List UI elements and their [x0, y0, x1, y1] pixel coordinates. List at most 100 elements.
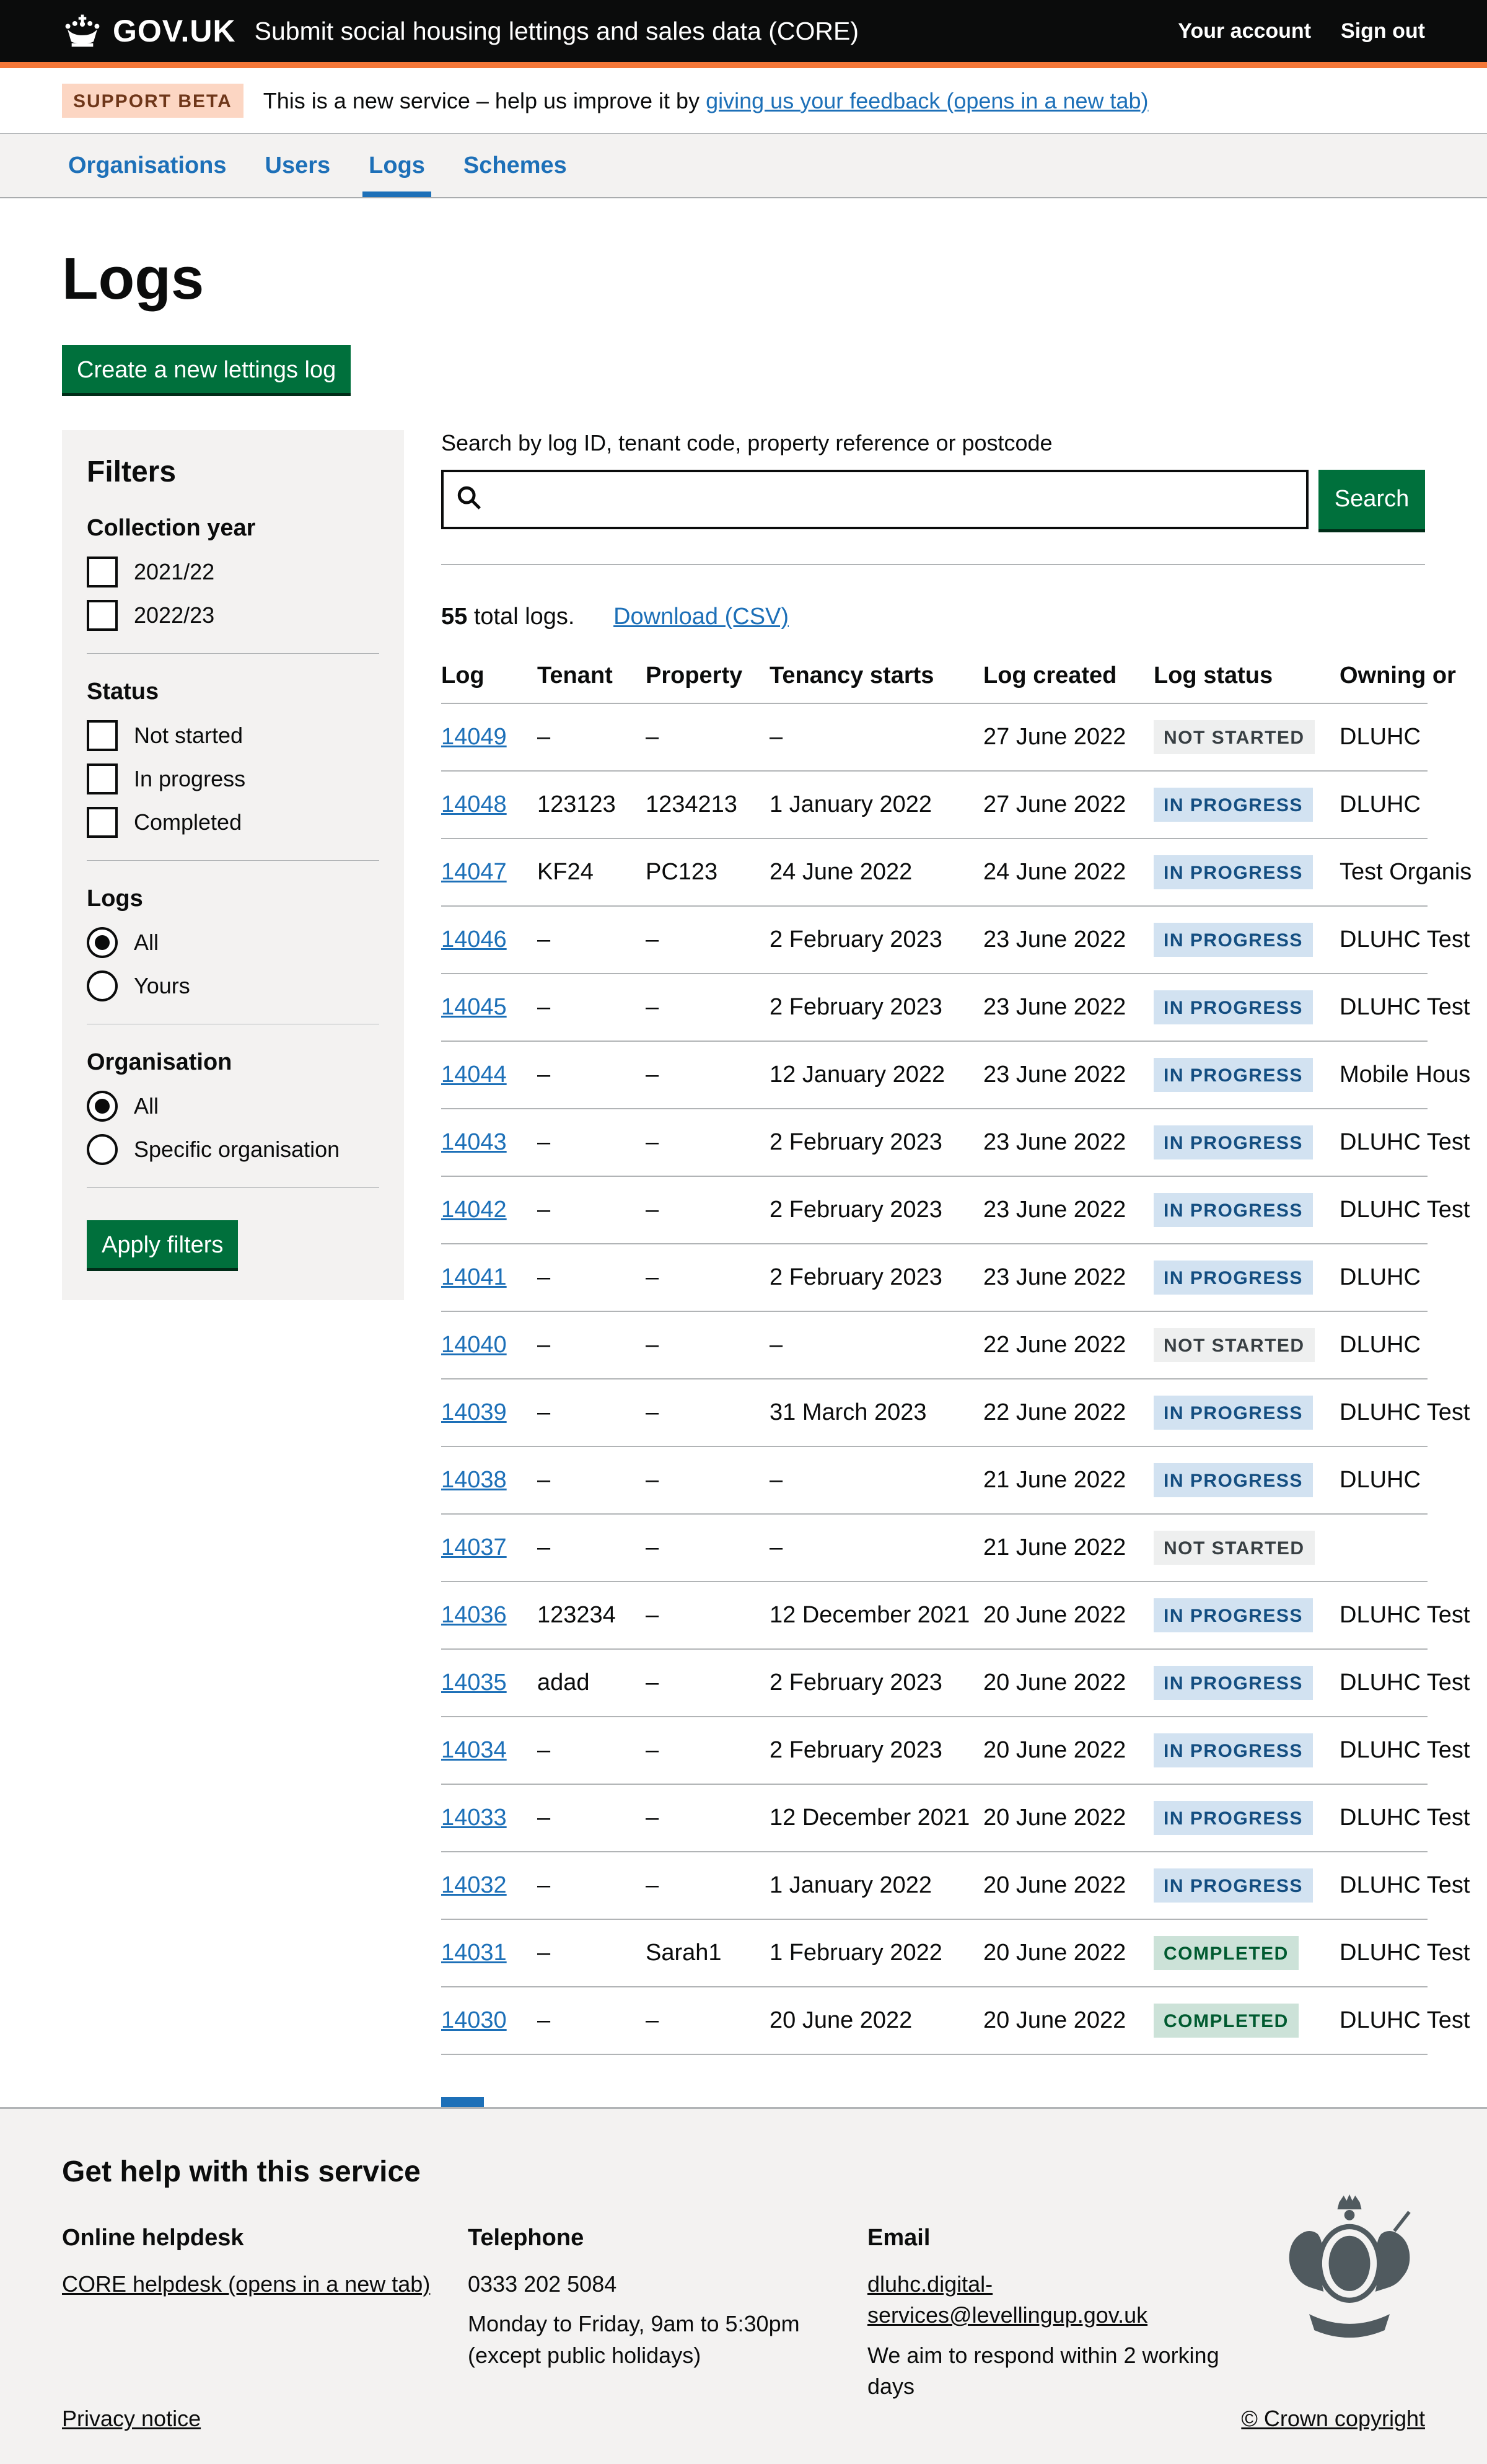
- nav-organisations[interactable]: Organisations: [62, 134, 233, 197]
- checkbox-not-started[interactable]: Not started: [87, 720, 379, 751]
- privacy-notice-link[interactable]: Privacy notice: [62, 2406, 201, 2432]
- sign-out-link[interactable]: Sign out: [1341, 19, 1425, 43]
- cell-log-status: IN PROGRESS: [1154, 906, 1340, 974]
- cell-log-status: COMPLETED: [1154, 1919, 1340, 1987]
- cell-tenancy-starts: –: [770, 1514, 983, 1582]
- checkbox-2021-22[interactable]: 2021/22: [87, 557, 379, 587]
- apply-filters-button[interactable]: Apply filters: [87, 1220, 238, 1268]
- log-id-link[interactable]: 14037: [441, 1534, 507, 1560]
- log-id-link[interactable]: 14043: [441, 1129, 507, 1155]
- cell-owning-org: [1340, 1514, 1428, 1582]
- cell-property: –: [646, 1379, 770, 1446]
- search-button[interactable]: Search: [1318, 470, 1425, 529]
- nav-users[interactable]: Users: [259, 134, 337, 197]
- log-id-link[interactable]: 14038: [441, 1467, 507, 1493]
- core-helpdesk-link[interactable]: CORE helpdesk (opens in a new tab): [62, 2271, 430, 2297]
- status-badge: IN PROGRESS: [1154, 1193, 1313, 1227]
- log-id-link[interactable]: 14047: [441, 859, 507, 885]
- footer-helpdesk-column: Online helpdesk CORE helpdesk (opens in …: [62, 2225, 468, 2411]
- radio-organisation-all[interactable]: All: [87, 1091, 379, 1122]
- log-id-link[interactable]: 14044: [441, 1062, 507, 1088]
- search-icon: [455, 483, 483, 515]
- cell-log: 14031: [441, 1919, 537, 1987]
- cell-log-created: 23 June 2022: [983, 974, 1154, 1041]
- feedback-link[interactable]: giving us your feedback (opens in a new …: [706, 88, 1148, 113]
- cell-tenancy-starts: 31 March 2023: [770, 1379, 983, 1446]
- cell-owning-org: Mobile Hous: [1340, 1041, 1428, 1109]
- log-id-link[interactable]: 14031: [441, 1940, 507, 1966]
- cell-log: 14045: [441, 974, 537, 1041]
- govuk-logo[interactable]: GOV.UK: [62, 13, 236, 49]
- log-id-link[interactable]: 14035: [441, 1670, 507, 1696]
- radio-icon-selected[interactable]: [87, 1091, 118, 1122]
- cell-tenant: –: [537, 1987, 646, 2054]
- checkbox-2022-23[interactable]: 2022/23: [87, 600, 379, 631]
- log-id-link[interactable]: 14034: [441, 1737, 507, 1763]
- search-input[interactable]: [494, 485, 1295, 513]
- log-id-link[interactable]: 14046: [441, 926, 507, 953]
- radio-organisation-specific[interactable]: Specific organisation: [87, 1134, 379, 1165]
- crown-copyright-link[interactable]: © Crown copyright: [1241, 2406, 1425, 2432]
- cell-log-created: 27 June 2022: [983, 703, 1154, 771]
- cell-owning-org: DLUHC Test: [1340, 906, 1428, 974]
- service-name[interactable]: Submit social housing lettings and sales…: [255, 17, 859, 46]
- cell-property: –: [646, 1244, 770, 1311]
- table-row: 14033––12 December 202120 June 2022IN PR…: [441, 1784, 1428, 1852]
- log-id-link[interactable]: 14039: [441, 1399, 507, 1425]
- checkbox-icon[interactable]: [87, 763, 118, 794]
- col-header-property: Property: [646, 660, 770, 703]
- log-id-link[interactable]: 14045: [441, 994, 507, 1020]
- download-csv-link[interactable]: Download (CSV): [613, 604, 789, 630]
- cell-log-status: IN PROGRESS: [1154, 1379, 1340, 1446]
- cell-log-status: IN PROGRESS: [1154, 1852, 1340, 1919]
- cell-owning-org: DLUHC Test: [1340, 1717, 1428, 1784]
- checkbox-completed[interactable]: Completed: [87, 807, 379, 838]
- radio-icon[interactable]: [87, 970, 118, 1001]
- checkbox-in-progress[interactable]: In progress: [87, 763, 379, 794]
- log-id-link[interactable]: 14033: [441, 1805, 507, 1831]
- radio-label: Specific organisation: [134, 1137, 340, 1163]
- radio-logs-yours[interactable]: Yours: [87, 970, 379, 1001]
- checkbox-icon[interactable]: [87, 557, 118, 587]
- cell-property: Sarah1: [646, 1919, 770, 1987]
- checkbox-icon[interactable]: [87, 807, 118, 838]
- filter-group-collection-year: Collection year 2021/22 2022/23: [87, 515, 379, 631]
- phase-banner-message: This is a new service – help us improve …: [263, 88, 700, 113]
- your-account-link[interactable]: Your account: [1178, 19, 1311, 43]
- table-header-row: Log Tenant Property Tenancy starts Log c…: [441, 660, 1428, 703]
- checkbox-icon[interactable]: [87, 720, 118, 751]
- log-id-link[interactable]: 14049: [441, 724, 507, 750]
- royal-coat-of-arms: [1269, 2188, 1430, 2356]
- cell-tenancy-starts: 12 December 2021: [770, 1784, 983, 1852]
- log-id-link[interactable]: 14032: [441, 1872, 507, 1898]
- create-lettings-log-button[interactable]: Create a new lettings log: [62, 345, 351, 393]
- cell-log-created: 23 June 2022: [983, 1109, 1154, 1176]
- email-link[interactable]: dluhc.digital-services@levellingup.gov.u…: [867, 2271, 1147, 2328]
- cell-log: 14043: [441, 1109, 537, 1176]
- checkbox-icon[interactable]: [87, 600, 118, 631]
- cell-property: –: [646, 1649, 770, 1717]
- email-title: Email: [867, 2225, 1252, 2251]
- cell-tenancy-starts: 2 February 2023: [770, 974, 983, 1041]
- total-logs-line: 55 total logs. Download (CSV): [441, 604, 1425, 630]
- log-id-link[interactable]: 14030: [441, 2007, 507, 2033]
- filter-divider: [87, 860, 379, 861]
- search-box: [441, 470, 1309, 529]
- cell-property: –: [646, 1514, 770, 1582]
- radio-icon-selected[interactable]: [87, 927, 118, 958]
- log-id-link[interactable]: 14048: [441, 791, 507, 817]
- radio-icon[interactable]: [87, 1134, 118, 1165]
- govuk-header: GOV.UK Submit social housing lettings an…: [0, 0, 1487, 62]
- cell-log: 14042: [441, 1176, 537, 1244]
- log-id-link[interactable]: 14036: [441, 1602, 507, 1628]
- checkbox-label: Not started: [134, 723, 243, 749]
- nav-logs[interactable]: Logs: [362, 134, 431, 197]
- status-badge: NOT STARTED: [1154, 720, 1315, 754]
- log-id-link[interactable]: 14041: [441, 1264, 507, 1290]
- log-id-link[interactable]: 14040: [441, 1332, 507, 1358]
- nav-schemes[interactable]: Schemes: [457, 134, 573, 197]
- page: GOV.UK Submit social housing lettings an…: [0, 0, 1487, 2464]
- radio-logs-all[interactable]: All: [87, 927, 379, 958]
- cell-log-created: 20 June 2022: [983, 1582, 1154, 1649]
- log-id-link[interactable]: 14042: [441, 1197, 507, 1223]
